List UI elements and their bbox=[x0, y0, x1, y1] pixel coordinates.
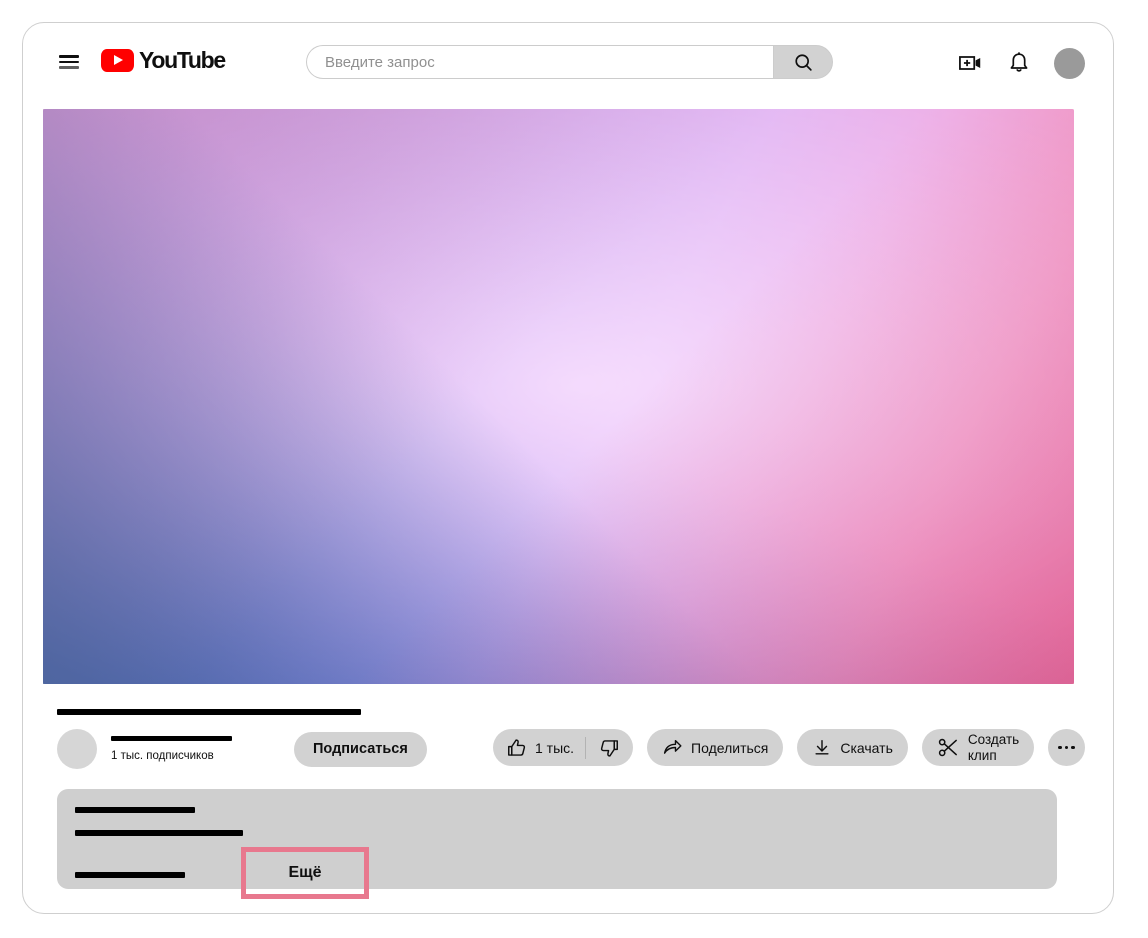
create-clip-label-line2: клип bbox=[967, 747, 997, 763]
search-input[interactable] bbox=[323, 52, 773, 72]
share-button[interactable]: Поделиться bbox=[647, 729, 784, 766]
more-actions-button[interactable] bbox=[1048, 729, 1086, 766]
browser-window: YouTube Введите запрос 1 тыс. подписчико… bbox=[22, 22, 1114, 914]
hamburger-line bbox=[59, 60, 79, 63]
create-clip-label-line1: Создать bbox=[967, 732, 1020, 748]
masthead-actions bbox=[958, 45, 1085, 81]
create-video-icon bbox=[959, 56, 981, 70]
search-input-container[interactable] bbox=[306, 45, 773, 79]
create-clip-button[interactable]: Создать клип bbox=[921, 729, 1035, 766]
channel-meta: 1 тыс. подписчиков bbox=[111, 735, 232, 763]
youtube-play-icon bbox=[101, 49, 134, 72]
video-actions: 1 тыс. Поделиться Скачать Создать клип bbox=[493, 729, 1086, 766]
like-dislike-group: 1 тыс. bbox=[493, 729, 634, 766]
like-button[interactable]: 1 тыс. bbox=[506, 737, 585, 759]
youtube-logo[interactable]: YouTube bbox=[101, 47, 226, 74]
thumbs-up-icon bbox=[508, 738, 526, 756]
subscribe-button[interactable]: Подписаться bbox=[294, 731, 427, 767]
share-arrow-icon bbox=[663, 739, 682, 754]
thumbs-down-icon bbox=[600, 739, 619, 757]
description-line-redacted bbox=[75, 872, 185, 878]
channel-avatar[interactable] bbox=[57, 729, 97, 769]
video-gradient-overlay bbox=[43, 109, 1074, 684]
channel-name-redacted[interactable] bbox=[111, 735, 232, 741]
description-line-redacted bbox=[75, 807, 195, 813]
more-horizontal-icon-dot bbox=[1058, 745, 1062, 750]
hamburger-menu-icon[interactable] bbox=[58, 47, 84, 73]
masthead: YouTube bbox=[23, 23, 1113, 101]
description-line-redacted bbox=[75, 830, 243, 836]
video-player[interactable] bbox=[43, 109, 1074, 684]
search-button[interactable] bbox=[773, 45, 833, 79]
download-button[interactable]: Скачать bbox=[797, 729, 908, 766]
channel-subscriber-count: 1 тыс. подписчиков bbox=[111, 749, 214, 762]
download-icon bbox=[815, 740, 829, 755]
hamburger-line bbox=[59, 55, 79, 58]
more-horizontal-icon-dot bbox=[1071, 745, 1075, 750]
youtube-logo-text: YouTube bbox=[139, 47, 226, 73]
search-icon bbox=[794, 53, 812, 71]
more-horizontal-icon-dot bbox=[1064, 745, 1069, 750]
video-description-panel[interactable]: Ещё bbox=[57, 789, 1057, 899]
notifications-button[interactable] bbox=[1006, 50, 1032, 76]
scissors-icon bbox=[938, 738, 957, 757]
search-bar bbox=[306, 45, 833, 79]
download-label: Скачать bbox=[840, 739, 893, 756]
like-count: 1 тыс. bbox=[535, 739, 575, 756]
dislike-button[interactable] bbox=[586, 737, 620, 759]
channel-row: 1 тыс. подписчиков Подписаться bbox=[57, 729, 427, 769]
video-title-redacted bbox=[57, 709, 361, 715]
notifications-bell-icon bbox=[1010, 52, 1028, 72]
create-clip-label: Создать клип bbox=[968, 732, 1019, 762]
account-avatar[interactable] bbox=[1054, 47, 1085, 79]
create-video-button[interactable] bbox=[958, 50, 984, 76]
share-label: Поделиться bbox=[691, 739, 769, 756]
description-more-button[interactable]: Ещё bbox=[241, 847, 369, 899]
hamburger-line bbox=[59, 66, 79, 69]
description-more-label: Ещё bbox=[288, 864, 322, 881]
